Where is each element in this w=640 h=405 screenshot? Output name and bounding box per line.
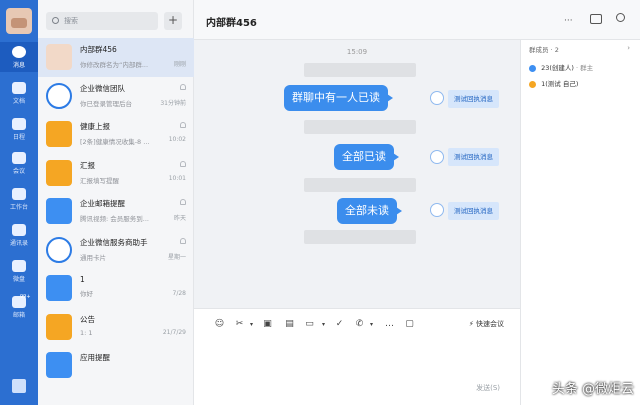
more-tools-icon[interactable]: … (384, 319, 395, 330)
conversation-item[interactable]: 企业微信团队 你已登录管理后台 31分钟前 (38, 77, 194, 116)
conversation-item[interactable]: 汇报 汇报填写提醒 10:01 (38, 154, 194, 193)
rail-item-calendar[interactable]: 日程 (0, 118, 38, 141)
rail-item-docs[interactable]: 文档 (0, 82, 38, 105)
video-call-icon[interactable] (590, 14, 602, 24)
conversation-item[interactable]: 公告 1: 1 21/7/29 (38, 308, 194, 347)
chevron-down-icon[interactable]: ▾ (366, 319, 377, 330)
meeting-icon (12, 152, 26, 164)
message-bubble[interactable]: 全部未读 (337, 198, 402, 224)
search-icon (52, 17, 59, 24)
mute-icon (180, 160, 186, 167)
receipt-label: 测试回执消息 (448, 90, 499, 108)
conversation-panel: 搜索 + 内部群456 你修改群名为“内部群... 刚刚 企业微信团队 你已登录… (38, 0, 194, 405)
member-row[interactable]: 23(创建人) · 群主 (529, 62, 593, 72)
live-icon[interactable]: ▢ (404, 319, 415, 330)
settings-icon[interactable] (12, 379, 26, 393)
rail-item-mail[interactable]: 邮箱 99+ (0, 294, 38, 319)
rail-item-meeting[interactable]: 会议 (0, 152, 38, 175)
chat-header: 内部群456 ··· (194, 0, 640, 40)
chat-icon (12, 46, 26, 58)
screenshot-icon[interactable]: ✂ (234, 319, 245, 330)
chevron-down-icon[interactable]: ▾ (246, 319, 257, 330)
wecom-team-icon (46, 82, 72, 109)
drive-icon (12, 260, 26, 272)
chevron-down-icon[interactable]: ▾ (318, 319, 329, 330)
message-bubble[interactable]: 全部已读 (334, 144, 399, 170)
read-status-icon[interactable] (430, 150, 444, 164)
redacted-message (304, 178, 416, 192)
check-icon[interactable]: ✓ (334, 319, 345, 330)
receipt-label: 测试回执消息 (448, 202, 499, 220)
conversation-item[interactable]: 企业邮箱提醒 腾讯视频: 会员服务到... 昨天 (38, 192, 194, 231)
nav-rail: 消息 文档 日程 会议 工作台 通讯录 微盘 邮箱 99+ (0, 0, 38, 405)
image-icon[interactable]: ▣ (262, 319, 273, 330)
service-assistant-icon (46, 236, 72, 263)
conversation-list: 内部群456 你修改群名为“内部群... 刚刚 企业微信团队 你已登录管理后台 … (38, 38, 194, 385)
workbench-icon (12, 188, 26, 200)
phone-icon[interactable]: ✆ (354, 319, 365, 330)
mail-reminder-icon (46, 198, 72, 224)
mute-icon (180, 237, 186, 244)
app-reminder-icon (46, 352, 72, 378)
redacted-message (304, 120, 416, 134)
message-bubble[interactable]: 群聊中有一人已读 (284, 85, 393, 111)
mute-icon (180, 122, 186, 128)
person-avatar-icon (46, 275, 72, 301)
quick-meeting-button[interactable]: ⚡ 快速会议 (469, 319, 504, 329)
conversation-item[interactable]: 内部群456 你修改群名为“内部群... 刚刚 (38, 38, 194, 77)
folder-icon[interactable]: ▭ (304, 319, 315, 330)
add-member-icon[interactable] (616, 13, 625, 22)
time-separator: 15:09 (346, 48, 368, 56)
members-panel: 群成员 · 2 › 23(创建人) · 群主 1(测试 自己) (520, 40, 640, 405)
emoji-icon[interactable]: ☺ (214, 319, 225, 330)
rail-item-messages[interactable]: 消息 (0, 42, 38, 72)
search-input[interactable]: 搜索 (46, 12, 158, 30)
rail-item-drive[interactable]: 微盘 (0, 260, 38, 283)
rail-item-workbench[interactable]: 工作台 (0, 188, 38, 211)
member-row[interactable]: 1(测试 自己) (529, 78, 578, 88)
health-report-icon (46, 121, 72, 147)
rail-item-contacts[interactable]: 通讯录 (0, 224, 38, 247)
report-icon (46, 159, 72, 186)
chat-area: 内部群456 ··· 15:09 群聊中有一人已读 测试回执消息 全部已读 测试… (194, 0, 640, 405)
message-list: 15:09 群聊中有一人已读 测试回执消息 全部已读 测试回执消息 全部未读 测… (194, 40, 520, 308)
announcement-icon (46, 313, 72, 340)
contacts-icon (12, 224, 26, 236)
members-title: 群成员 · 2 (529, 46, 559, 54)
document-icon (12, 82, 26, 94)
read-status-icon[interactable] (430, 91, 444, 105)
chevron-right-icon[interactable]: › (627, 44, 630, 52)
doc-icon[interactable]: ▤ (284, 319, 295, 330)
member-avatar (529, 64, 536, 72)
calendar-icon (12, 118, 26, 130)
send-button[interactable]: 发送(S) (476, 383, 500, 393)
unread-status-icon[interactable] (430, 203, 444, 217)
conversation-item[interactable]: 1 你好 7/28 (38, 269, 194, 308)
user-avatar[interactable] (6, 8, 32, 34)
compose-area[interactable]: ☺ ✂ ▾ ▣ ▤ ▭ ▾ ✓ ✆ ▾ … ▢ ⚡ 快速会议 发送(S) (194, 308, 520, 405)
conversation-item[interactable]: 应用提醒 (38, 346, 194, 385)
mail-badge: 99+ (20, 294, 31, 300)
member-avatar (529, 80, 536, 88)
group-avatar (46, 44, 72, 70)
mute-icon (180, 83, 186, 90)
mute-icon (180, 199, 186, 205)
add-button[interactable]: + (164, 12, 182, 30)
redacted-message (304, 230, 416, 244)
conversation-item[interactable]: 健康上报 [2条]健康情况收集-8 ... 10:02 (38, 115, 194, 154)
watermark: 头条 @微炬云 (551, 382, 634, 397)
chat-title: 内部群456 (206, 18, 257, 29)
receipt-label: 测试回执消息 (448, 148, 499, 166)
more-button[interactable]: ··· (564, 16, 573, 26)
redacted-message (304, 63, 416, 77)
conversation-item[interactable]: 企业微信服务商助手 通用卡片 星期一 (38, 231, 194, 270)
